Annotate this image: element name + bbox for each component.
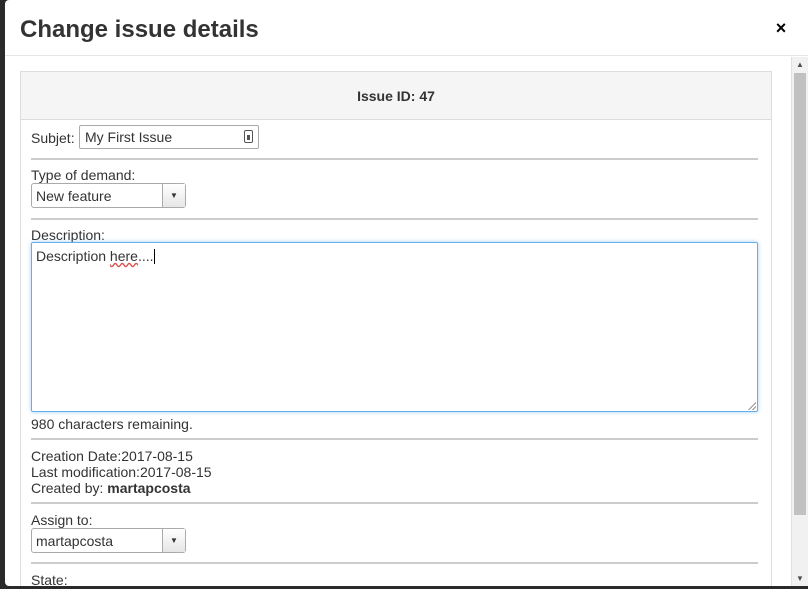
resize-grip-icon[interactable]: [748, 402, 756, 410]
issue-panel: Issue ID: 47 Subjet: My First Issue Type…: [20, 71, 772, 586]
scroll-down-arrow-icon[interactable]: ▼: [792, 571, 808, 586]
description-text-misspelled: here: [109, 248, 138, 264]
description-textarea[interactable]: Description here....: [31, 242, 758, 412]
subject-value: My First Issue: [85, 129, 173, 145]
type-of-demand-label: Type of demand:: [31, 167, 136, 183]
state-label: State:: [31, 572, 68, 586]
created-by-user: martapcosta: [107, 480, 191, 496]
chevron-down-icon: ▼: [162, 184, 185, 207]
assign-to-value: martapcosta: [36, 533, 114, 549]
modal-header: Change issue details ×: [5, 0, 808, 56]
modal-scrollbar[interactable]: ▲ ▼: [791, 57, 808, 586]
assign-to-select[interactable]: martapcosta ▼: [31, 528, 186, 553]
issue-id-heading: Issue ID: 47: [21, 72, 771, 120]
description-text-suffix: ....: [137, 248, 154, 264]
text-caret: [153, 249, 155, 264]
divider: [31, 562, 758, 564]
description-label: Description:: [31, 227, 105, 243]
type-of-demand-value: New feature: [36, 188, 112, 204]
description-text-prefix: Description: [36, 248, 110, 264]
change-issue-modal: Change issue details × Issue ID: 47 Subj…: [5, 0, 808, 586]
modal-body: Issue ID: 47 Subjet: My First Issue Type…: [5, 57, 791, 586]
assign-to-label: Assign to:: [31, 512, 93, 528]
subject-input[interactable]: My First Issue: [79, 125, 259, 149]
contact-card-icon: [244, 130, 253, 143]
close-button[interactable]: ×: [774, 18, 788, 38]
subject-label: Subjet:: [31, 130, 75, 146]
created-by-label: Created by:: [31, 480, 108, 496]
scrollbar-thumb[interactable]: [794, 73, 806, 515]
last-modification-date: Last modification:2017-08-15: [31, 464, 212, 480]
close-icon: ×: [775, 18, 787, 38]
divider: [31, 218, 758, 220]
created-by: Created by: martapcosta: [31, 480, 191, 496]
modal-title: Change issue details: [20, 16, 259, 43]
type-of-demand-select[interactable]: New feature ▼: [31, 183, 186, 208]
divider: [31, 158, 758, 160]
chevron-down-icon: ▼: [162, 529, 185, 552]
divider: [31, 438, 758, 440]
divider: [31, 502, 758, 504]
scroll-up-arrow-icon[interactable]: ▲: [792, 57, 808, 72]
characters-remaining: 980 characters remaining.: [31, 416, 193, 432]
creation-date: Creation Date:2017-08-15: [31, 448, 193, 464]
